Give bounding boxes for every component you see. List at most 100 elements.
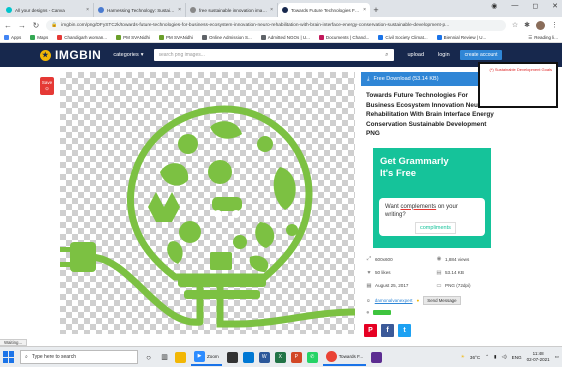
bookmark-item[interactable]: Chandigarh woman... [57,35,107,40]
language-indicator[interactable]: ENG [512,355,522,360]
meta-value: August 25, 2017 [375,283,409,288]
tray-chevron-icon[interactable]: ⌃ [485,354,489,360]
bookmark-item[interactable]: Admitted NGOs | U... [260,35,310,40]
author-link[interactable]: damonalvanexpert [375,298,413,303]
maximize-icon[interactable]: ◻ [532,2,538,10]
tab-title: All your designs - Canva [15,7,65,13]
meta-item: ▦ August 25, 2017 [366,283,436,289]
meta-item: ▭ PNG (72dpi) [436,283,504,289]
meta-value: 50 likes [375,270,391,275]
bookmark-item[interactable]: PM SVANidhi [159,35,193,40]
extensions-icon[interactable]: ✱ [524,21,530,29]
powerpoint-icon[interactable]: P [290,351,302,363]
menu-icon[interactable]: ⋮ [551,21,558,29]
minimize-icon[interactable]: — [511,2,518,10]
maps-pin-icon [30,35,36,40]
volume-icon[interactable]: ◁) [502,354,507,360]
taskbar-app-zoom[interactable]: ▶ Zoom [191,349,222,366]
bookmark-item[interactable]: Civil Society Climat... [378,35,428,40]
bookmark-label: Maps [37,35,49,40]
meta-item: ♥ 50 likes [366,270,436,276]
store-icon[interactable] [226,351,238,363]
network-icon[interactable]: ▮ [494,354,497,360]
search-icon: ⌕ [25,354,28,360]
reading-list-label: Reading li... [534,35,558,40]
word-icon[interactable]: W [258,351,270,363]
media-icon[interactable] [371,351,383,363]
file-explorer-icon[interactable] [175,351,186,363]
logo-text: IMGBIN [55,48,102,62]
create-account-button[interactable]: create account [459,50,503,60]
profile-avatar[interactable] [536,20,545,30]
image-preview[interactable] [60,72,355,334]
star-icon[interactable]: ☆ [512,21,518,29]
chrome-icon [325,350,337,362]
search-input[interactable] [158,52,359,58]
grammarly-ad[interactable]: Get Grammarly It's Free Want complements… [373,147,491,248]
sustainable-bulb-illustration [60,105,355,328]
search-icon[interactable]: ⌕ [385,52,388,59]
forward-icon[interactable]: → [18,21,26,30]
browser-tab-active[interactable]: Towards Future Technologies Fo... × [278,3,370,17]
clock[interactable]: 11:48 02-07-2021 [527,351,550,363]
task-view-icon[interactable]: ▥ [159,352,170,363]
reading-list[interactable]: ☰ Reading li... [528,35,558,41]
tab-close-icon[interactable]: × [270,7,273,13]
verified-icon: ● [416,297,420,303]
tab-title: Towards Future Technologies Fo... [291,7,361,13]
login-link[interactable]: login [438,52,450,58]
site-favicon-icon [98,7,104,13]
categories-menu[interactable]: categories ▾ [113,52,143,58]
heart-icon[interactable]: ♥ [366,270,372,276]
send-message-button[interactable]: Send Message [423,295,461,305]
bookmark-item[interactable]: Biennial Review | U... [436,35,487,40]
dot-icon: ● [366,309,370,316]
back-icon[interactable]: ← [4,21,12,30]
bookmark-label: Apps [11,35,22,40]
excel-icon[interactable]: X [274,351,286,363]
whatsapp-icon[interactable]: ✆ [306,351,318,363]
reload-icon[interactable]: ↻ [32,21,40,30]
browser-tab-harnessing[interactable]: Harnessing Technology: Sustaina... × [94,3,186,17]
url-field[interactable]: 🔒 imgbin.com/png/DFySTCzk/towards-future… [46,19,506,31]
resize-icon: ⤢ [366,255,372,262]
windows-start-icon[interactable] [3,351,15,363]
tab-close-icon[interactable]: × [178,7,181,13]
bookmark-apps[interactable]: Apps [4,35,21,40]
bookmark-item[interactable]: Online Admission S... [201,35,252,40]
upload-link[interactable]: upload [408,52,425,58]
bookmark-label: PM SVANidhi [123,35,150,40]
profile-circle-icon[interactable]: ◉ [491,2,497,10]
user-icon: ☺ [366,297,371,303]
canva-favicon-icon [6,7,12,13]
pinterest-icon[interactable]: P [364,323,377,337]
bookmark-favicon-icon [378,35,384,40]
bookmark-item[interactable]: PM SVANidhi [116,35,150,40]
bookmark-label: Biennial Review | U... [443,35,487,40]
save-label: Save [41,80,53,85]
twitter-icon[interactable]: t [398,323,411,337]
tab-close-icon[interactable]: × [86,7,89,13]
bookmark-favicon-icon [318,35,324,40]
close-window-icon[interactable]: ✕ [552,2,558,10]
weather-icon[interactable]: ☀ [461,354,465,360]
save-button[interactable]: Save ⊙ [40,77,54,95]
overlay-popup[interactable]: (*) Sustainable Development Goals [478,62,558,108]
imgbin-logo[interactable]: ★ IMGBIN [40,48,101,62]
browser-tab-free-sustainable[interactable]: free sustainable innovation imag... × [186,3,278,17]
eye-icon: ◉ [436,256,442,262]
meta-value: PNG (72dpi) [445,283,471,288]
facebook-icon[interactable]: f [381,323,394,337]
taskbar-app-chrome[interactable]: Towards F... [322,349,367,366]
bookmark-maps[interactable]: Maps [30,35,48,40]
mail-icon[interactable] [242,351,254,363]
tab-close-icon[interactable]: × [363,7,366,13]
browser-tab-canva[interactable]: All your designs - Canva × [2,3,94,17]
new-tab-button[interactable]: + [370,3,382,17]
taskbar-search[interactable]: ⌕ Type here to search [20,350,138,364]
bookmark-item[interactable]: Documents | Chand... [318,35,369,40]
notifications-icon[interactable]: ▭ [555,354,559,360]
temperature[interactable]: 36°C [470,355,480,360]
download-icon: ⤓ [367,75,370,82]
cortana-icon[interactable]: ○ [143,352,154,363]
